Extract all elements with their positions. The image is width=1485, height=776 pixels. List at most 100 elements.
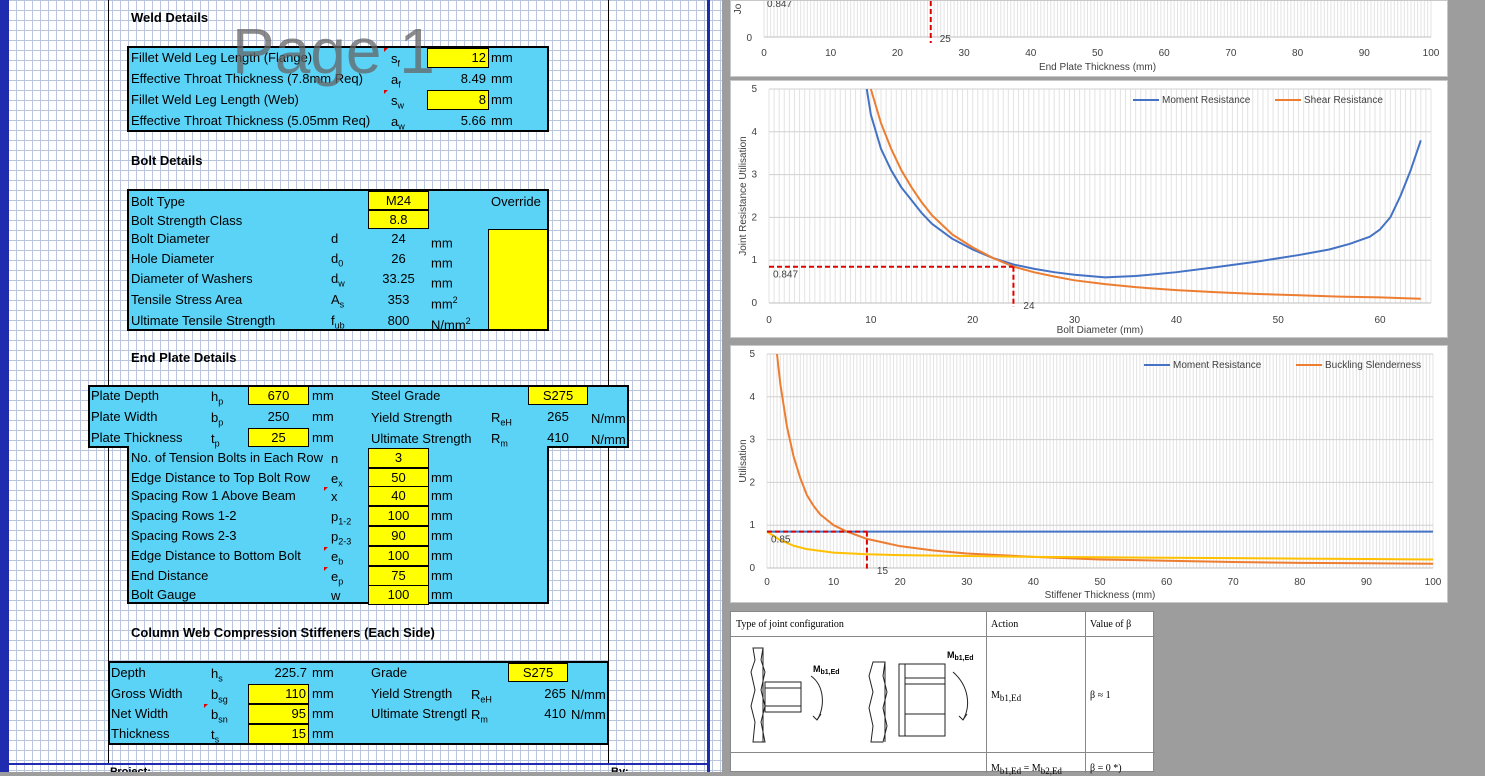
plate-row-label: End Distance [131,568,209,583]
plate-depth-label: Plate Depth [91,388,159,403]
plate-row-unit: mm [431,548,453,563]
plate-depth-unit: mm [312,388,334,403]
bolt-row-value: 26 [391,251,406,266]
stiff-nw-input[interactable]: 95 [248,704,309,724]
comment-marker [384,90,388,94]
bolt-class-label: Bolt Strength Class [131,213,243,228]
plate-depth-symbol: hp [211,389,223,410]
y-tick-label: 5 [751,84,757,95]
stiff-gw-input[interactable]: 110 [248,684,309,704]
stiffener-chart[interactable]: 0 1 2 3 4 5 0 10 20 30 40 50 60 70 80 90 100 Stiffener Th… [730,345,1448,603]
x-tick-label: 40 [1025,48,1037,59]
weld-row-input[interactable]: 8 [427,90,489,110]
x-tick-label: 30 [961,577,973,588]
weld-row-value: 8.49 [460,71,486,86]
weld-row-symbol-sub: w [398,121,405,132]
plate-row-unit: mm [431,587,453,602]
bolt-row-unit-base: mm [431,235,453,251]
weld-row-label: Effective Throat Thickness (5.05mm Req) [131,113,371,128]
stiff-yield-label: Yield Strength [371,686,453,701]
stiff-gw-symbol-sub: sg [218,694,228,705]
bolt-type-select[interactable]: M24 [368,191,429,210]
stiff-thk-input[interactable]: 15 [248,724,309,744]
plate-row-symbol-base: n [331,451,339,466]
bolt-row-symbol: fub [331,313,345,334]
bolt-row-unit-base: mm [431,275,453,291]
weld-row-symbol: sw [391,93,404,114]
stiff-depth-symbol-sub: s [218,673,223,684]
plate-thk-label: Plate Thickness [91,430,183,445]
bolt-class-select[interactable]: 8.8 [368,210,429,229]
weld-row-input[interactable]: 12 [427,48,489,68]
plate-row-input[interactable]: 100 [368,585,429,605]
plate-row-input[interactable]: 75 [368,566,429,586]
weld-row-unit: mm [491,71,513,86]
y-tick-label: 1 [749,520,755,531]
weld-row-value: 5.66 [460,113,486,128]
plate-row-unit: mm [431,528,453,543]
bolt-row-label: Ultimate Tensile Strength [131,313,276,328]
x-tick-label: 90 [1359,48,1371,59]
plate-row-symbol-sub: 2-3 [338,536,352,547]
plate-row-symbol-base: x [331,489,338,504]
plate-row-input[interactable]: 40 [368,486,429,506]
steel-grade-select[interactable]: S275 [528,386,588,405]
marker-y-label: 0.85 [771,535,791,546]
stiff-ultimate-symbol-sub: m [480,714,488,725]
y-tick-label: 5 [749,349,755,360]
x-tick-label: 10 [825,48,837,59]
x-axis-title: Bolt Diameter (mm) [1057,325,1144,336]
stiffeners-title: Column Web Compression Stiffeners (Each … [131,625,435,640]
bolt-row-symbol-base: A [331,292,340,307]
bolt-row-unit: N/mm2 [431,313,471,333]
legend-label: Buckling Slenderness [1325,360,1421,371]
x-tick-label: 50 [1273,315,1285,326]
moment-label-1: Mb1,Ed [813,664,840,676]
comment-marker [204,704,208,708]
plate-row-symbol: p1-2 [331,509,351,530]
plate-row-input[interactable]: 50 [368,468,429,488]
x-tick-label: 80 [1294,577,1306,588]
x-tick-label: 10 [865,315,877,326]
x-tick-label: 80 [1292,48,1304,59]
y-tick-label: 0 [751,298,757,309]
stiff-nw-unit: mm [312,706,334,721]
stiff-grade-select[interactable]: S275 [508,663,568,682]
y-tick-label: 3 [751,170,757,181]
plate-row-symbol: n [331,451,338,472]
y-tick-label: 4 [749,392,755,403]
beta-action-value-2: Mb1,Ed = Mb2,Ed [991,763,1062,776]
y-axis-title: Jo [733,3,744,14]
plate-row-input[interactable]: 100 [368,506,429,526]
end-plate-chart[interactable]: 0 0 10 20 30 40 50 60 70 80 90 100 End Plate Thickne… [730,0,1448,77]
stiff-thk-unit: mm [312,726,334,741]
plate-thk-input[interactable]: 25 [248,428,309,447]
bolt-diameter-chart[interactable]: 0 1 2 3 4 5 0 10 20 30 40 50 60 Bolt Diameter (mm) Joi… [730,80,1448,338]
x-tick-label: 90 [1361,577,1373,588]
override-label: Override [491,194,541,209]
bolt-row-symbol: d0 [331,251,343,272]
plate-row-input[interactable]: 100 [368,546,429,566]
plate-ultimate-symbol-base: R [491,431,501,446]
bolt-override-input[interactable] [488,229,548,330]
bolt-row-value: 33.25 [382,271,415,286]
plate-width-symbol-sub: p [218,417,224,428]
plate-depth-input[interactable]: 670 [248,386,309,405]
plate-row-input[interactable]: 3 [368,448,429,468]
stiff-grade-label: Grade [371,665,408,680]
stiff-gw-label: Gross Width [111,686,183,701]
x-tick-label: 50 [1094,577,1106,588]
stiff-nw-symbol: bsn [211,707,228,728]
plate-row-label: Spacing Rows 1-2 [131,508,237,523]
plate-row-symbol-base: w [331,588,341,603]
plate-yield-unit: N/mm [591,411,626,426]
stiff-depth-symbol: hs [211,666,223,687]
stiff-depth-value: 225.7 [274,665,307,680]
plate-thk-unit: mm [312,430,334,445]
plate-row-input[interactable]: 90 [368,526,429,546]
plate-row-label: Edge Distance to Top Bolt Row [131,470,310,485]
x-tick-label: 60 [1375,315,1387,326]
stiff-yield-symbol-sub: eH [480,694,492,705]
x-axis-title: End Plate Thickness (mm) [1039,62,1156,73]
stiff-nw-label: Net Width [111,706,169,721]
